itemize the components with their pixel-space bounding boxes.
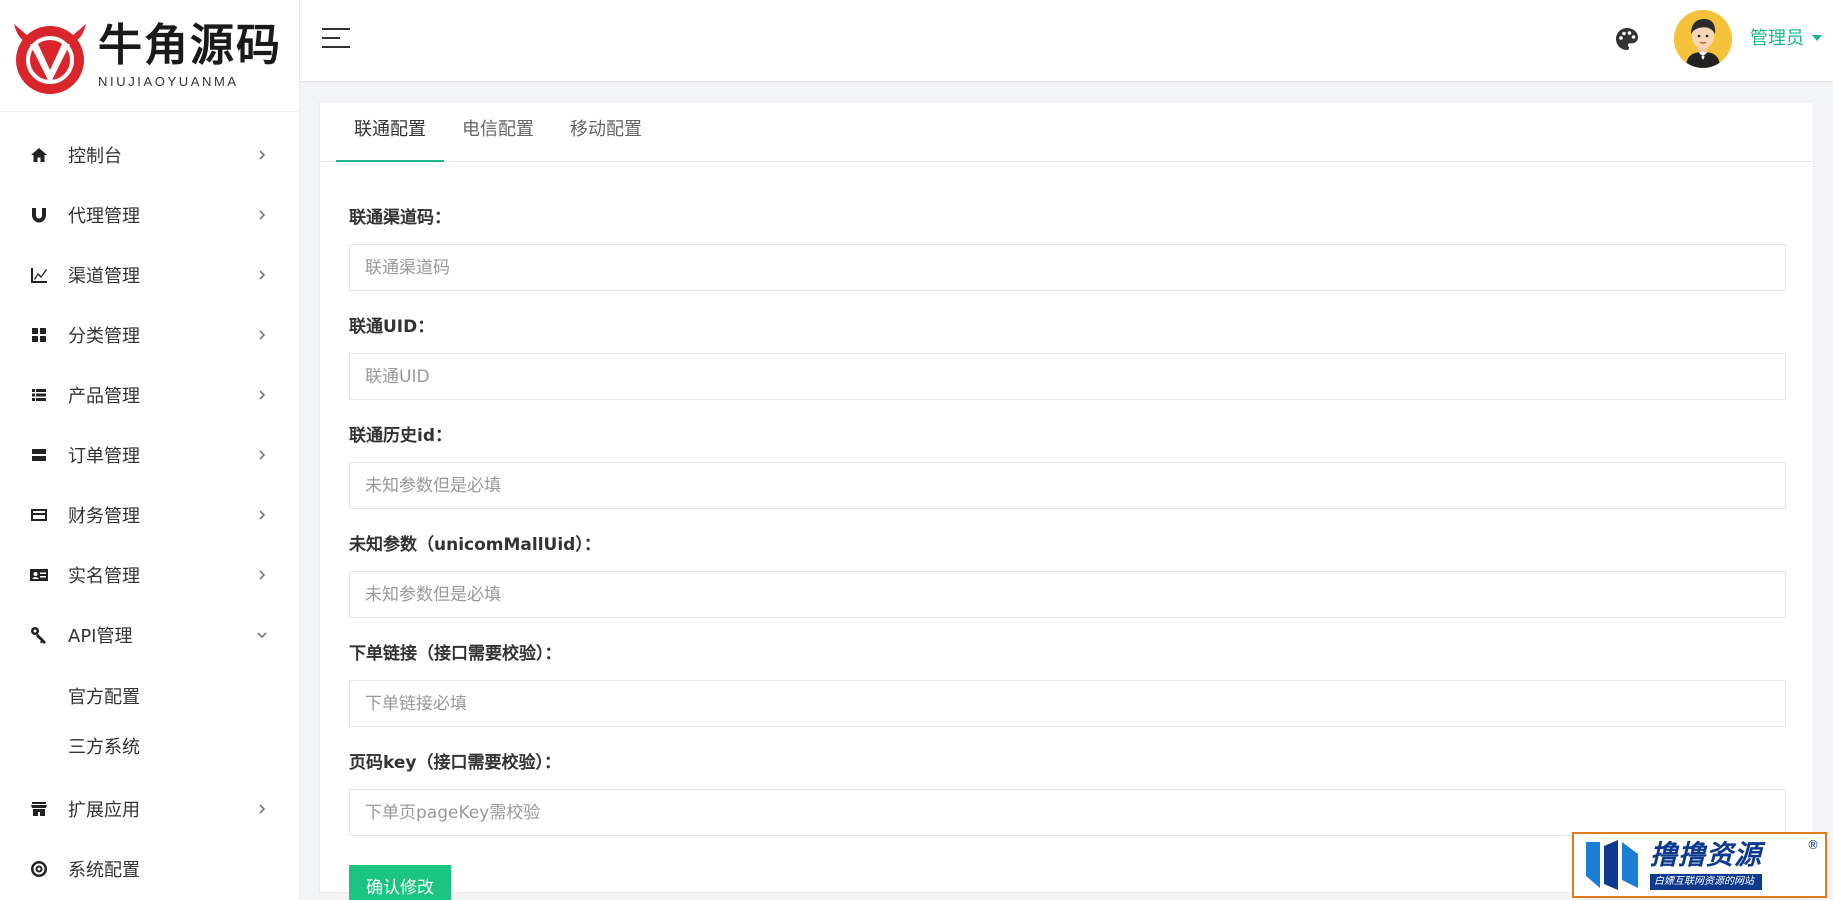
user-dropdown[interactable]: 管理员 xyxy=(1750,24,1822,50)
sidebar-item-api[interactable]: API管理 xyxy=(0,605,299,665)
chevron-right-icon xyxy=(255,448,269,462)
chevron-right-icon xyxy=(255,508,269,522)
tab-telecom-config[interactable]: 电信配置 xyxy=(444,115,552,161)
magnet-icon xyxy=(28,204,50,226)
field-label-uid: 联通UID： xyxy=(349,317,435,337)
sidebar-item-channel[interactable]: 渠道管理 xyxy=(0,245,299,305)
list-icon xyxy=(28,384,50,406)
watermark-logo-icon xyxy=(1586,840,1638,890)
config-card: 联通配置 电信配置 移动配置 联通渠道码： 联通UID： 联通历史id： 未知参… xyxy=(319,101,1814,900)
sidebar-item-label: 扩展应用 xyxy=(68,800,140,821)
store-icon xyxy=(28,798,50,820)
order-link-input[interactable] xyxy=(349,680,1786,727)
sidebar-subitem-third-party[interactable]: 三方系统 xyxy=(0,721,299,771)
sidebar-item-label: 实名管理 xyxy=(68,566,140,587)
sidebar-item-product[interactable]: 产品管理 xyxy=(0,365,299,425)
caret-down-icon xyxy=(1812,35,1822,41)
grid-icon xyxy=(28,324,50,346)
sidebar-item-realname[interactable]: 实名管理 xyxy=(0,545,299,605)
sidebar-item-system[interactable]: 系统配置 xyxy=(0,839,299,899)
page-key-input[interactable] xyxy=(349,789,1786,836)
sidebar-item-dashboard[interactable]: 控制台 xyxy=(0,125,299,185)
sidebar-item-label: 财务管理 xyxy=(68,506,140,527)
sidebar-item-label: 代理管理 xyxy=(68,206,140,227)
chevron-down-icon xyxy=(255,628,269,642)
avatar[interactable] xyxy=(1674,10,1732,68)
watermark-text: 撸撸资源 白嫖互联网资源的网站 xyxy=(1650,840,1762,890)
sidebar-item-label: 分类管理 xyxy=(68,326,140,347)
sidebar-item-label: 渠道管理 xyxy=(68,266,140,287)
api-submenu: 官方配置 三方系统 xyxy=(0,665,299,779)
home-icon xyxy=(28,144,50,166)
hamburger-icon[interactable] xyxy=(322,28,350,50)
field-label-order-link: 下单链接（接口需要校验）： xyxy=(349,644,562,664)
unicom-config-form: 联通渠道码： 联通UID： 联通历史id： 未知参数（unicomMallUid… xyxy=(320,162,1813,900)
history-id-input[interactable] xyxy=(349,462,1786,509)
tab-mobile-config[interactable]: 移动配置 xyxy=(552,115,660,161)
id-card-icon xyxy=(28,564,50,586)
brand-name-en: NIUJIAOYUANMA xyxy=(98,74,239,89)
sidebar-item-label: 控制台 xyxy=(68,146,122,167)
order-icon xyxy=(28,444,50,466)
chevron-right-icon xyxy=(255,802,269,816)
field-label-page-key: 页码key（接口需要校验）： xyxy=(349,753,561,773)
sidebar-item-label: API管理 xyxy=(68,626,133,647)
brand-name-cn: 牛角源码 xyxy=(98,20,282,71)
sidebar-item-category[interactable]: 分类管理 xyxy=(0,305,299,365)
watermark-badge: 撸撸资源 白嫖互联网资源的网站 ® xyxy=(1572,832,1827,898)
field-label-mall-uid: 未知参数（unicomMallUid）： xyxy=(349,535,601,555)
card-icon xyxy=(28,504,50,526)
chevron-right-icon xyxy=(255,568,269,582)
channel-code-input[interactable] xyxy=(349,244,1786,291)
sidebar-item-order[interactable]: 订单管理 xyxy=(0,425,299,485)
sidebar-item-extensions[interactable]: 扩展应用 xyxy=(0,779,299,839)
sidebar-item-label: 产品管理 xyxy=(68,386,140,407)
sidebar-item-finance[interactable]: 财务管理 xyxy=(0,485,299,545)
sidebar-menu: 控制台 代理管理 渠道管理 分类管理 产品管理 订单管理 财务管理 实名管理 A… xyxy=(0,112,299,899)
registered-mark: ® xyxy=(1807,838,1819,852)
chart-icon xyxy=(28,264,50,286)
chevron-right-icon xyxy=(255,148,269,162)
key-icon xyxy=(28,624,50,646)
bull-logo-icon xyxy=(14,23,86,94)
logo-text: 牛角源码 NIUJIAOYUANMA xyxy=(98,21,282,90)
config-tabs: 联通配置 电信配置 移动配置 xyxy=(320,102,1813,162)
logo[interactable]: 牛角源码 NIUJIAOYUANMA xyxy=(0,0,299,112)
chevron-right-icon xyxy=(255,268,269,282)
field-label-channel-code: 联通渠道码： xyxy=(349,208,451,228)
chevron-right-icon xyxy=(255,388,269,402)
sidebar: 牛角源码 NIUJIAOYUANMA 控制台 代理管理 渠道管理 分类管理 产品… xyxy=(0,0,300,900)
chevron-right-icon xyxy=(255,328,269,342)
sidebar-item-label: 系统配置 xyxy=(68,860,140,881)
settings-icon xyxy=(28,858,50,880)
watermark-subtitle: 白嫖互联网资源的网站 xyxy=(1650,874,1762,890)
chevron-right-icon xyxy=(255,208,269,222)
uid-input[interactable] xyxy=(349,353,1786,400)
confirm-button[interactable]: 确认修改 xyxy=(349,865,451,900)
palette-icon[interactable] xyxy=(1614,26,1640,52)
field-label-history-id: 联通历史id： xyxy=(349,426,452,446)
mall-uid-input[interactable] xyxy=(349,571,1786,618)
top-header: 管理员 xyxy=(300,0,1833,82)
sidebar-item-label: 订单管理 xyxy=(68,446,140,467)
sidebar-subitem-official-config[interactable]: 官方配置 xyxy=(0,671,299,721)
sidebar-item-agent[interactable]: 代理管理 xyxy=(0,185,299,245)
user-name: 管理员 xyxy=(1750,28,1804,49)
watermark-title: 撸撸资源 xyxy=(1650,840,1762,871)
tab-unicom-config[interactable]: 联通配置 xyxy=(336,115,444,162)
